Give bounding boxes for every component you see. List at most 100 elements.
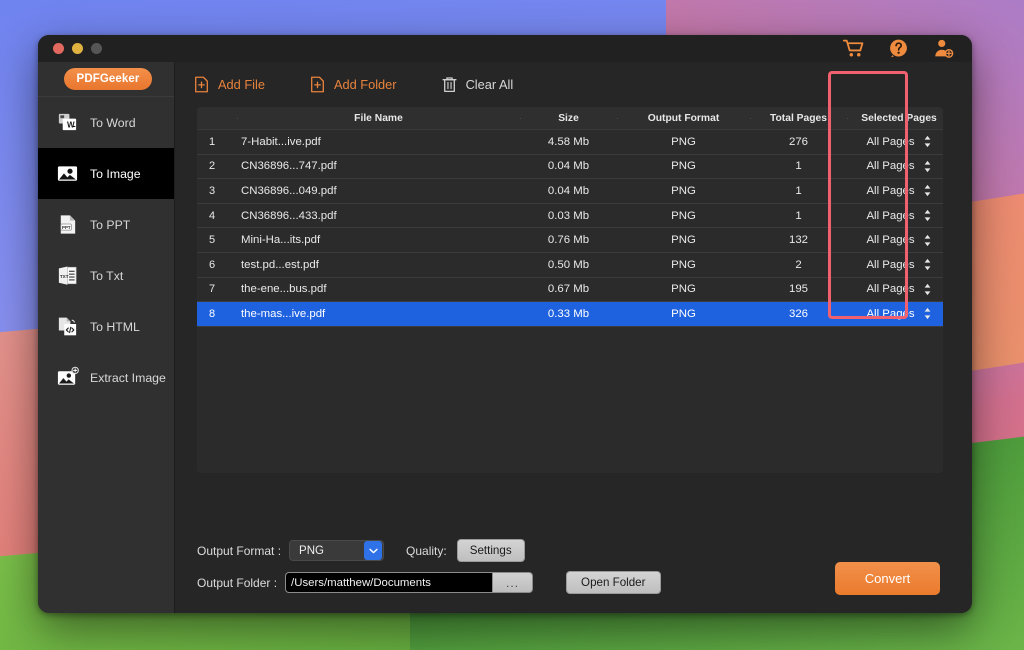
row-size: 0.76 Mb: [547, 234, 590, 247]
stepper-icon: [924, 283, 930, 295]
row-selected-pages-value: All Pages: [866, 258, 915, 271]
sidebar-item-extract-image[interactable]: Extract Image: [38, 352, 174, 403]
row-selected-pages-select[interactable]: All Pages: [847, 184, 943, 197]
row-index: 4: [209, 209, 216, 222]
svg-text:PPT: PPT: [62, 225, 71, 230]
add-folder-label: Add Folder: [333, 77, 397, 92]
clear-all-button[interactable]: Clear All: [441, 76, 513, 93]
sidebar-item-label: To HTML: [90, 319, 140, 334]
stepper-icon: [924, 259, 930, 271]
trash-icon: [442, 77, 457, 93]
add-folder-button[interactable]: Add Folder: [309, 76, 397, 93]
to-ppt-icon: PPT: [60, 215, 76, 234]
sidebar-item-to-txt[interactable]: TXT To Txt: [38, 250, 174, 301]
row-selected-pages-value: All Pages: [866, 135, 915, 148]
sidebar-item-to-image[interactable]: To Image: [38, 148, 174, 199]
row-file-name: the-ene...bus.pdf: [241, 283, 327, 296]
col-header-total-pages[interactable]: Total Pages: [750, 113, 847, 124]
row-selected-pages-select[interactable]: All Pages: [847, 209, 943, 222]
add-file-button[interactable]: Add File: [193, 76, 265, 93]
row-size: 4.58 Mb: [547, 135, 590, 148]
row-index: 6: [209, 258, 216, 271]
table-row[interactable]: 5 Mini-Ha...its.pdf 0.76 Mb PNG 132 All Pages…: [197, 228, 943, 253]
window-body: PDFGeeker W To Word To Image PPT To PPT …: [38, 62, 972, 613]
sidebar-item-label: To Word: [90, 115, 136, 130]
add-file-icon: [195, 76, 208, 93]
row-selected-pages-value: All Pages: [866, 184, 915, 197]
output-folder-row: Output Folder : /Users/matthew/Documents…: [197, 571, 661, 594]
add-file-label: Add File: [218, 77, 265, 92]
row-size: 0.04 Mb: [547, 160, 590, 173]
row-selected-pages-select[interactable]: All Pages: [847, 234, 943, 247]
row-selected-pages-select[interactable]: All Pages: [847, 283, 943, 296]
row-total-pages: 132: [788, 234, 808, 247]
sidebar-item-to-word[interactable]: W To Word: [38, 97, 174, 148]
row-selected-pages-select[interactable]: All Pages: [847, 135, 943, 148]
row-output-format: PNG: [671, 283, 696, 296]
sidebar-item-label: To PPT: [90, 217, 131, 232]
output-folder-input[interactable]: /Users/matthew/Documents: [285, 572, 494, 593]
maximize-button[interactable]: [91, 43, 102, 54]
settings-button[interactable]: Settings: [456, 539, 525, 562]
table-row[interactable]: 2CN36896...747.pdf0.04 MbPNG1All PagesFi…: [197, 155, 943, 180]
table-row[interactable]: 7 the-ene...bus.pdf 0.67 Mb PNG 195 All Pages…: [197, 278, 943, 303]
row-output-format: PNG: [671, 234, 696, 247]
col-header-selected-pages[interactable]: Selected Pages: [847, 113, 943, 124]
stepper-icon: [924, 136, 930, 148]
row-output-format: PNG: [671, 307, 696, 320]
stepper-icon: [924, 210, 930, 222]
bottom-controls: Output Format : PNG Quality: Settings Ou…: [175, 473, 972, 613]
sidebar-item-to-html[interactable]: To HTML: [38, 301, 174, 352]
help-icon[interactable]: [888, 38, 909, 59]
row-selected-pages-select[interactable]: All Pages: [847, 307, 943, 320]
brand-badge[interactable]: PDFGeeker: [63, 68, 153, 90]
convert-button[interactable]: Convert: [835, 562, 940, 595]
table-row[interactable]: 1 7-Habit...ive.pdf 4.58 Mb PNG 276 All Pages…: [197, 130, 943, 155]
row-size: 0.33 Mb: [547, 307, 590, 320]
row-total-pages: 326: [788, 307, 808, 320]
row-total-pages: 1: [795, 209, 802, 222]
row-output-format: PNG: [671, 258, 696, 271]
row-selected-pages-value: All Pages: [866, 209, 915, 222]
open-folder-button[interactable]: Open Folder: [566, 571, 661, 594]
row-index: 3: [209, 184, 216, 197]
output-format-label: Output Format :: [197, 543, 282, 558]
row-size: 0.04 Mb: [547, 184, 590, 197]
row-file-name: 7-Habit...ive.pdf: [241, 135, 321, 148]
account-icon[interactable]: [933, 38, 954, 59]
sidebar-item-label: To Image: [90, 166, 141, 181]
output-format-select[interactable]: PNG: [289, 540, 385, 561]
col-header-size[interactable]: Size: [520, 113, 617, 124]
row-selected-pages-select[interactable]: All Pages: [847, 160, 943, 173]
browse-folder-button[interactable]: ...: [493, 572, 534, 593]
add-folder-icon: [311, 76, 324, 93]
brand-row: PDFGeeker: [38, 62, 174, 97]
row-file-name: the-mas...ive.pdf: [241, 307, 326, 320]
window-titlebar: [38, 35, 972, 62]
table-row[interactable]: 8 the-mas...ive.pdf 0.33 Mb PNG 326 All Pages…: [197, 302, 943, 327]
output-folder-label: Output Folder :: [197, 575, 278, 590]
table-header-row: File Name Size Output Format Total Pages…: [197, 107, 943, 130]
minimize-button[interactable]: [72, 43, 83, 54]
row-selected-pages-select[interactable]: All Pages: [847, 258, 943, 271]
close-button[interactable]: [53, 43, 64, 54]
row-file-name: Mini-Ha...its.pdf: [241, 234, 321, 247]
sidebar-item-to-ppt[interactable]: PPT To PPT: [38, 199, 174, 250]
to-html-icon: [58, 317, 77, 336]
extract-image-icon: [57, 366, 79, 385]
row-file-name: CN36896...433.pdf: [241, 209, 337, 222]
to-word-icon: W: [58, 113, 77, 131]
table-row[interactable]: 3CN36896...049.pdf0.04 MbPNG1All PagesFi…: [197, 179, 943, 204]
file-table: File Name Size Output Format Total Pages…: [197, 107, 943, 473]
app-window: PDFGeeker W To Word To Image PPT To PPT …: [38, 35, 972, 613]
sidebar-item-label: Extract Image: [90, 370, 166, 385]
col-header-output-format[interactable]: Output Format: [617, 113, 750, 124]
row-file-name: test.pd...est.pdf: [241, 258, 319, 271]
cart-icon[interactable]: [843, 38, 864, 59]
row-file-name: CN36896...747.pdf: [241, 160, 337, 173]
table-row[interactable]: 4CN36896...433.pdf0.03 MbPNG1All PagesFi…: [197, 204, 943, 229]
col-header-file-name[interactable]: File Name: [237, 113, 520, 124]
row-index: 7: [209, 283, 216, 296]
row-total-pages: 276: [788, 135, 808, 148]
table-row[interactable]: 6test.pd...est.pdf0.50 MbPNG2All PagesFi…: [197, 253, 943, 278]
